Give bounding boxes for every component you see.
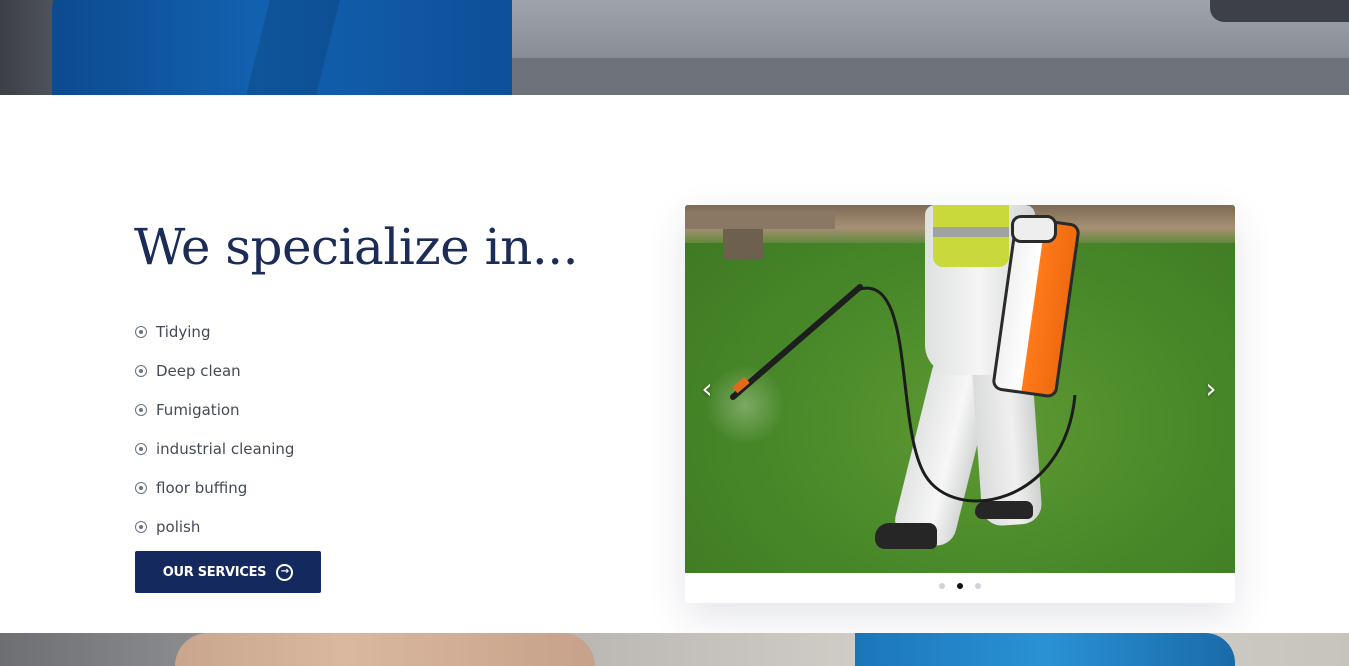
circle-dot-icon	[135, 364, 147, 377]
list-item: floor buffing	[135, 468, 294, 507]
list-item: polish	[135, 507, 294, 546]
carousel-dot-2[interactable]	[957, 583, 963, 589]
sprayer-hose	[859, 286, 1077, 503]
service-label: Tidying	[156, 322, 211, 341]
service-label: Fumigation	[156, 400, 240, 419]
circle-dot-icon	[135, 325, 147, 338]
list-item: industrial cleaning	[135, 429, 294, 468]
image-carousel: ‹ ›	[685, 205, 1235, 603]
sprayer-hose-svg	[730, 284, 1077, 503]
top-banner-image	[0, 0, 1349, 95]
bottom-banner-image	[0, 633, 1349, 666]
bottom-banner-hand	[175, 633, 595, 666]
carousel-dot-1[interactable]	[939, 583, 945, 589]
banner-dark-corner	[1210, 0, 1349, 22]
carousel-slide-image: ‹ ›	[685, 205, 1235, 573]
arrow-circle-right-icon: →	[276, 563, 294, 581]
section-heading: We specialize in...	[134, 218, 579, 276]
circle-dot-icon	[135, 403, 147, 416]
service-label: polish	[156, 517, 201, 536]
services-list: Tidying Deep clean Fumigation industrial…	[135, 312, 294, 546]
list-item: Fumigation	[135, 390, 294, 429]
service-label: Deep clean	[156, 361, 241, 380]
our-services-button[interactable]: OUR SERVICES →	[135, 551, 321, 593]
carousel-next-button[interactable]: ›	[1201, 375, 1221, 403]
our-services-label: OUR SERVICES	[162, 564, 267, 580]
circle-dot-icon	[135, 481, 147, 494]
service-label: industrial cleaning	[156, 439, 295, 458]
sprayer-wand	[730, 284, 863, 400]
service-label: floor buffing	[156, 478, 248, 497]
carousel-dot-3[interactable]	[975, 583, 981, 589]
circle-dot-icon	[135, 442, 147, 455]
circle-dot-icon	[135, 520, 147, 533]
carousel-pagination	[685, 583, 1235, 591]
list-item: Deep clean	[135, 351, 294, 390]
bottom-banner-blue-glove	[855, 633, 1235, 666]
list-item: Tidying	[135, 312, 294, 351]
carousel-prev-button[interactable]: ‹	[697, 375, 717, 403]
banner-ledge	[510, 58, 1349, 95]
